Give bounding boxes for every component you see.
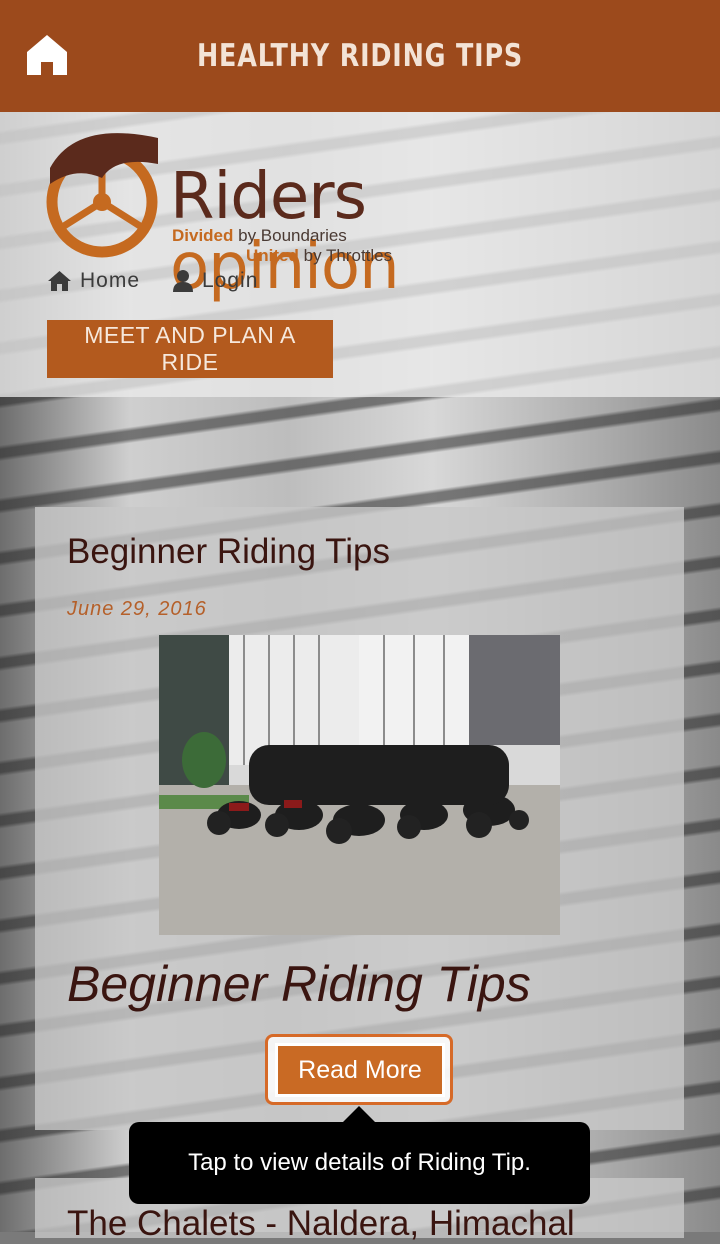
coachmark-tooltip[interactable]: Tap to view details of Riding Tip. xyxy=(129,1122,590,1204)
nav-login-label: Login xyxy=(202,269,259,292)
nav-home-link[interactable]: Home xyxy=(47,266,140,296)
site-logo[interactable]: Riders opinion Divided by Boundaries Uni… xyxy=(46,126,556,302)
house-icon xyxy=(48,271,71,291)
logo-tagline-1: Divided by Boundaries xyxy=(172,226,347,246)
post-title-link[interactable]: Beginner Riding Tips xyxy=(67,532,390,572)
wheel-logo-icon xyxy=(46,133,158,258)
post-title-link[interactable]: The Chalets - Naldera, Himachal xyxy=(67,1204,575,1244)
tooltip-arrow xyxy=(342,1106,376,1123)
page-title: HEALTHY RIDING TIPS xyxy=(196,38,524,74)
nav-login-link[interactable]: Login xyxy=(172,266,258,296)
user-icon xyxy=(173,270,193,292)
tagline2-rest: by Throttles xyxy=(298,246,393,265)
tagline1-rest: by Boundaries xyxy=(233,226,347,245)
post-heading: Beginner Riding Tips xyxy=(67,956,531,1012)
tagline2-accent: United xyxy=(246,246,299,265)
read-more-button[interactable]: Read More xyxy=(278,1046,442,1094)
nav-home-label: Home xyxy=(80,269,141,292)
post-image[interactable] xyxy=(159,635,560,935)
logo-name-main: Riders xyxy=(170,160,367,234)
riders-group-photo xyxy=(159,635,560,935)
app-bar: HEALTHY RIDING TIPS xyxy=(0,0,720,112)
logo-tagline-2: United by Throttles xyxy=(246,246,392,266)
tagline1-accent: Divided xyxy=(172,226,234,245)
post-date: June 29, 2016 xyxy=(67,598,207,620)
meet-and-plan-ride-button[interactable]: MEET AND PLAN A RIDE xyxy=(47,320,333,378)
